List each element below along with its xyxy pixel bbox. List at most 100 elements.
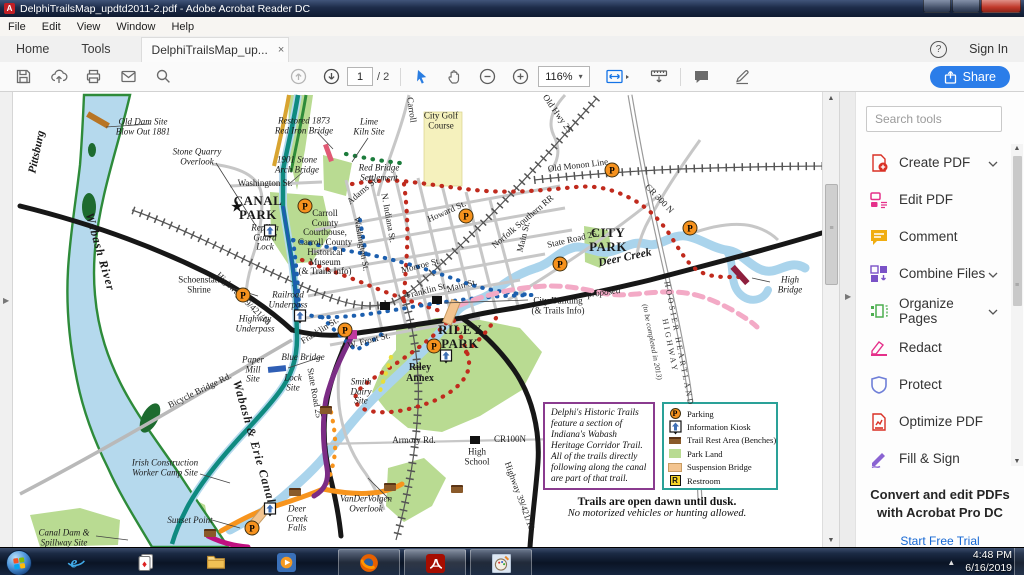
map-label: Paper Mill Site bbox=[242, 355, 264, 384]
protect-icon bbox=[869, 375, 889, 395]
select-tool-icon[interactable] bbox=[408, 65, 435, 89]
map-label: 1901 Stone Arch Bridge bbox=[275, 155, 319, 174]
map-label: High Bridge bbox=[774, 275, 806, 294]
legend-item-restroom: RRestroom bbox=[668, 474, 772, 487]
tab-close-icon[interactable]: × bbox=[278, 44, 284, 56]
tab-document-label: DelphiTrailsMap_up... bbox=[152, 43, 268, 57]
map-label: Armory Rd. bbox=[392, 436, 436, 446]
map-label: City Building (& Trails Info) bbox=[531, 296, 584, 315]
kiosk-icon bbox=[264, 502, 277, 522]
media-player-button[interactable] bbox=[272, 550, 300, 574]
panel-scrollbar-thumb[interactable]: ≡ bbox=[1013, 156, 1022, 306]
paint-taskbar-button[interactable] bbox=[470, 549, 532, 575]
paint-icon bbox=[492, 554, 511, 573]
zoom-level-value: 116% bbox=[545, 71, 572, 83]
upload-cloud-icon[interactable] bbox=[45, 65, 72, 89]
document-page[interactable]: Delphi's Historic Trails feature a secti… bbox=[13, 92, 822, 547]
document-scrollbar[interactable]: ▲ ≡ ▼ bbox=[822, 92, 839, 547]
fit-width-icon[interactable] bbox=[600, 65, 636, 89]
tool-fill-sign[interactable]: Fill & Sign bbox=[856, 440, 1008, 476]
map-label: Blue Bridge bbox=[281, 353, 324, 363]
tool-comment[interactable]: Comment bbox=[856, 218, 1008, 255]
tool-create-pdf[interactable]: Create PDF bbox=[856, 144, 1008, 181]
tool-organize-pages[interactable]: Organize Pages bbox=[856, 292, 1008, 329]
taskbar-clock[interactable]: 4:48 PM 6/16/2019 bbox=[965, 549, 1012, 575]
map-label: High School bbox=[464, 447, 489, 466]
building-icon bbox=[380, 302, 390, 310]
tab-document[interactable]: DelphiTrailsMap_up... × bbox=[141, 37, 289, 62]
taskbar: e ▲ 4:48 PM 6/16/2019 bbox=[0, 547, 1024, 575]
tool-redact[interactable]: Redact bbox=[856, 329, 1008, 366]
zoom-in-icon[interactable] bbox=[507, 65, 534, 89]
tool-edit-pdf[interactable]: Edit PDF bbox=[856, 181, 1008, 218]
start-button[interactable] bbox=[6, 550, 32, 575]
comment-icon bbox=[869, 227, 889, 247]
sign-in-link[interactable]: Sign In bbox=[969, 42, 1008, 56]
chevron-down-icon bbox=[988, 265, 998, 283]
tool-label: Organize Pages bbox=[899, 296, 988, 326]
scrollbar-thumb[interactable]: ≡ bbox=[825, 184, 838, 285]
restroom-legend-icon: R bbox=[668, 475, 682, 486]
menu-view[interactable]: View bbox=[69, 19, 109, 35]
print-icon[interactable] bbox=[80, 65, 107, 89]
page-number-input[interactable]: 1 bbox=[347, 67, 373, 86]
share-button[interactable]: Share bbox=[930, 66, 1010, 88]
map-label: Washington St. bbox=[351, 216, 370, 272]
map-label: CR100N bbox=[494, 435, 526, 445]
zoom-level-select[interactable]: 116% ▾ bbox=[538, 66, 589, 87]
tray-expand-icon[interactable]: ▲ bbox=[947, 558, 955, 567]
start-free-trial-link[interactable]: Start Free Trial bbox=[856, 534, 1024, 548]
close-button[interactable] bbox=[981, 0, 1021, 13]
parking-icon: P bbox=[683, 221, 698, 236]
panel-toggle-strip: ▶ bbox=[839, 92, 855, 547]
tab-home[interactable]: Home bbox=[0, 37, 65, 61]
highlight-pen-icon[interactable] bbox=[729, 65, 756, 89]
save-icon[interactable] bbox=[10, 65, 37, 89]
internet-explorer-icon: e bbox=[66, 552, 86, 572]
collapse-panel-icon[interactable]: ▶ bbox=[845, 292, 851, 301]
parking-icon: P bbox=[553, 257, 568, 272]
solitaire-button[interactable] bbox=[132, 550, 160, 574]
firefox-taskbar-button[interactable] bbox=[338, 549, 400, 575]
scroll-down-icon[interactable]: ▼ bbox=[823, 537, 839, 544]
map-label: Canal Dam & Spillway Site bbox=[38, 528, 89, 547]
tool-protect[interactable]: Protect bbox=[856, 366, 1008, 403]
map-label: N. Indiana St. bbox=[379, 193, 397, 244]
search-icon[interactable] bbox=[150, 65, 177, 89]
comment-tool-icon[interactable] bbox=[688, 65, 715, 89]
tool-combine-files[interactable]: Combine Files bbox=[856, 255, 1008, 292]
map-label: Smith Dairy Site bbox=[351, 377, 372, 406]
map-label: Irish Construction Worker Camp Site bbox=[132, 458, 198, 477]
scroll-up-icon[interactable]: ▲ bbox=[823, 95, 839, 102]
zoom-out-icon[interactable] bbox=[474, 65, 501, 89]
help-icon[interactable]: ? bbox=[930, 41, 947, 58]
menu-help[interactable]: Help bbox=[163, 19, 202, 35]
expand-left-pane-icon[interactable]: ▶ bbox=[3, 296, 9, 305]
acrobat-taskbar-button[interactable] bbox=[404, 549, 466, 575]
tab-tools[interactable]: Tools bbox=[65, 37, 126, 61]
tool-optimize-pdf[interactable]: Optimize PDF bbox=[856, 403, 1008, 440]
map-label: VanDerVolgen Overlook bbox=[340, 494, 392, 513]
next-page-icon[interactable] bbox=[318, 65, 345, 89]
menu-file[interactable]: File bbox=[0, 19, 34, 35]
internet-explorer-button[interactable]: e bbox=[62, 550, 90, 574]
search-input[interactable]: Search tools bbox=[866, 106, 1002, 132]
menu-window[interactable]: Window bbox=[108, 19, 163, 35]
email-icon[interactable] bbox=[115, 65, 142, 89]
parking-icon: P bbox=[459, 209, 474, 224]
minimize-button[interactable] bbox=[923, 0, 951, 13]
show-desktop-button[interactable] bbox=[1014, 548, 1024, 575]
menu-edit[interactable]: Edit bbox=[34, 19, 69, 35]
hand-tool-icon[interactable] bbox=[441, 65, 468, 89]
create-pdf-icon bbox=[869, 153, 889, 173]
previous-page-icon[interactable] bbox=[285, 65, 312, 89]
legend-label: Information Kiosk bbox=[687, 422, 751, 432]
map-label: proposed bbox=[587, 286, 621, 300]
file-explorer-button[interactable] bbox=[202, 550, 230, 574]
ruler-tool-icon[interactable] bbox=[646, 65, 673, 89]
maximize-button[interactable] bbox=[952, 0, 980, 13]
panel-scrollbar[interactable]: ▲ ≡ ▼ bbox=[1011, 144, 1023, 466]
panel-scroll-up-icon[interactable]: ▲ bbox=[1011, 145, 1023, 152]
map-label: Franklin St. bbox=[405, 281, 449, 301]
panel-scroll-down-icon[interactable]: ▼ bbox=[1011, 458, 1023, 465]
